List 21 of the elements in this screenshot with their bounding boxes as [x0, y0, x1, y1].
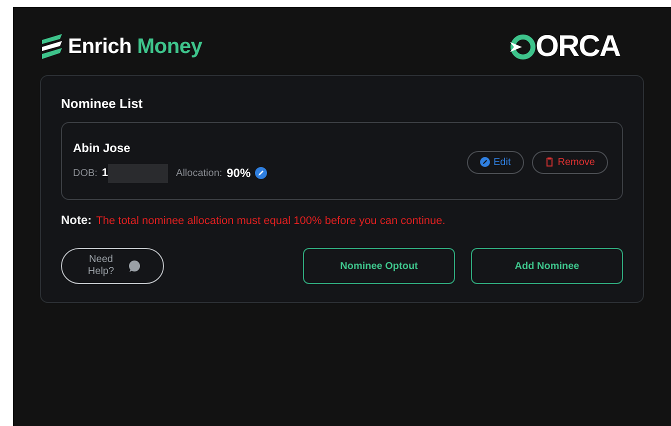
action-button[interactable]: Nominee Optout [303, 248, 455, 284]
note-text: The total nominee allocation must equal 100% before you can continue. [96, 215, 446, 227]
brand-name: Enrich Money [68, 34, 202, 60]
help-button[interactable]: Need Help? [61, 248, 164, 284]
chat-icon [128, 260, 141, 272]
dob-label: DOB: [73, 166, 98, 180]
allocation-value: 90% [226, 165, 251, 182]
partner-logo-text: ORCA [536, 32, 620, 62]
logo-icon [40, 34, 64, 60]
pencil-icon [480, 157, 490, 167]
trash-icon [544, 157, 554, 167]
dob-value: 1 [102, 166, 108, 181]
edit-button[interactable]: Edit [466, 150, 524, 174]
partner-logo-icon [510, 34, 536, 60]
nominee-name: Abin Jose [73, 140, 132, 157]
allocation-label: Allocation: [176, 166, 222, 180]
action-button[interactable]: Add Nominee [471, 248, 623, 284]
section-title: Nominee List [61, 94, 144, 112]
edit-icon[interactable] [254, 167, 267, 179]
note-label: Note: [61, 213, 92, 227]
remove-button[interactable]: Remove [532, 150, 608, 174]
